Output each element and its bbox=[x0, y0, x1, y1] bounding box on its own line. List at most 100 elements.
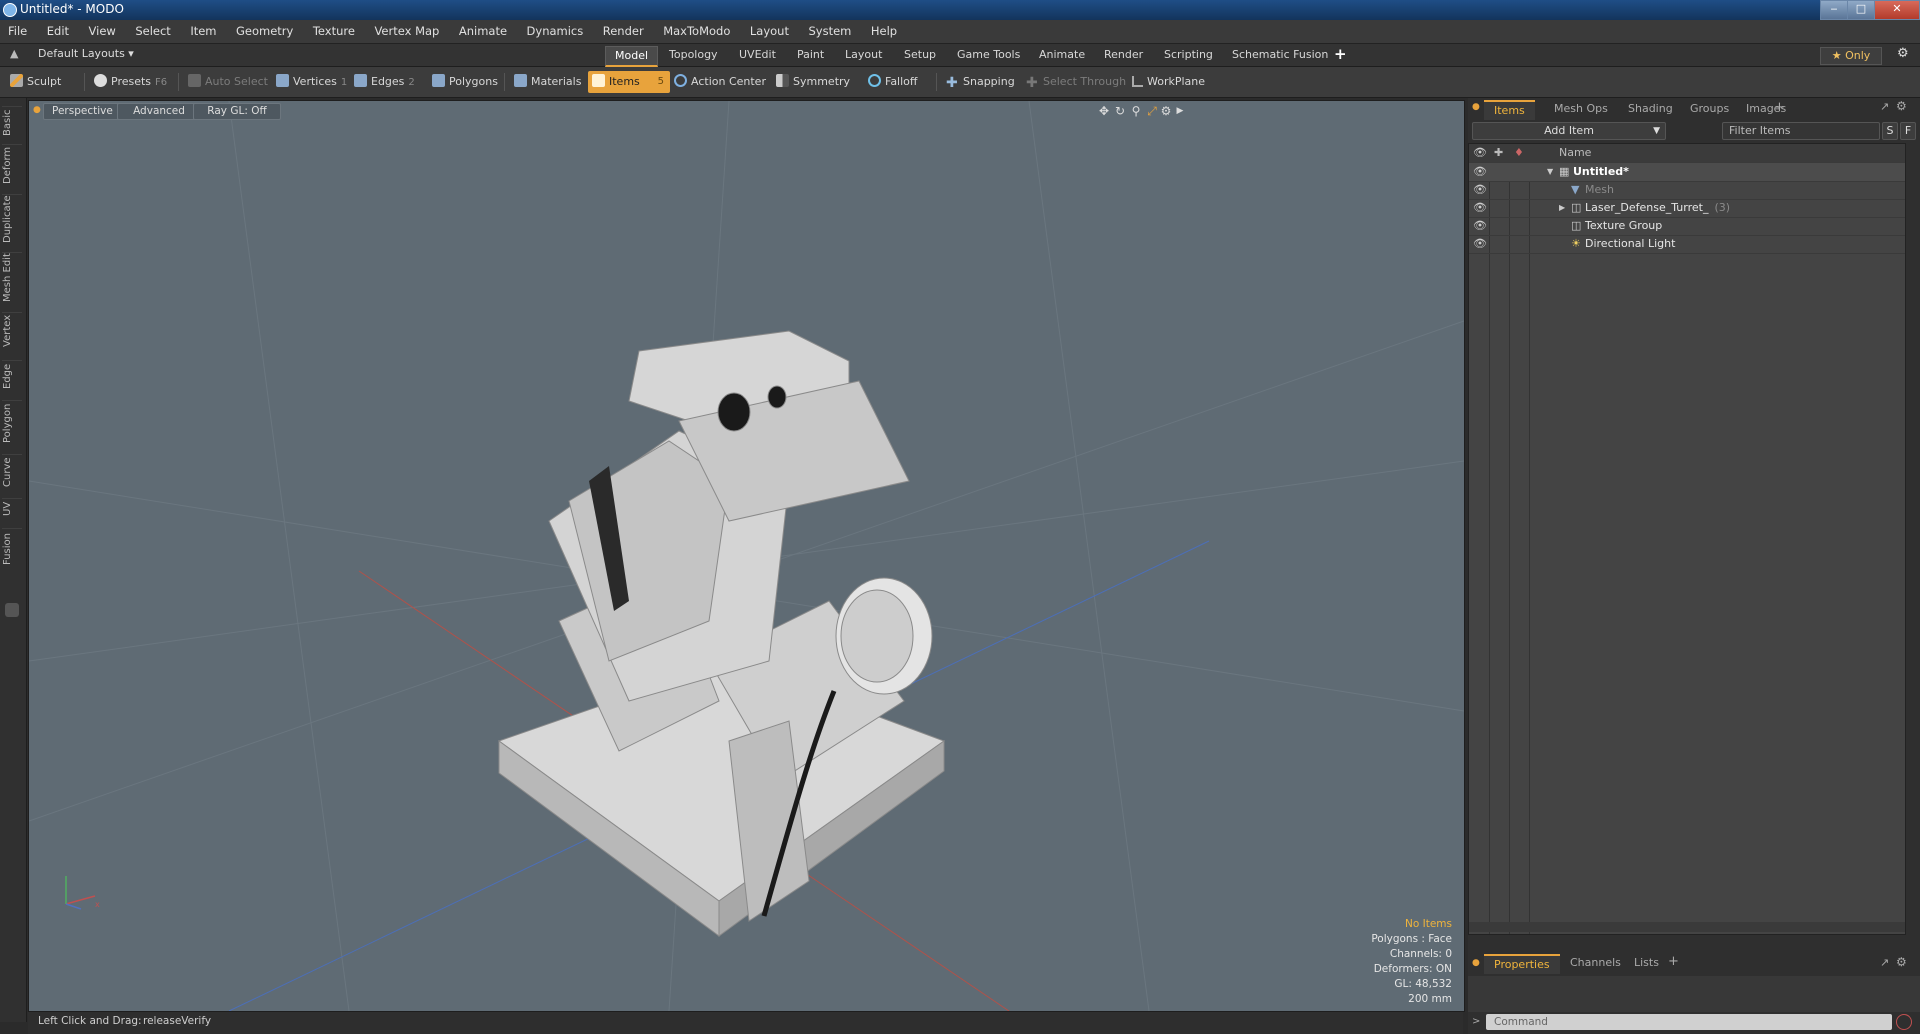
tab-model[interactable]: Model bbox=[605, 46, 659, 67]
visibility-eye-icon[interactable]: 👁 bbox=[1473, 184, 1487, 196]
minimize-button[interactable]: ‒ bbox=[1820, 0, 1848, 20]
item-list-scrollbar[interactable] bbox=[1469, 922, 1905, 932]
list-item[interactable]: 👁 ▶ ◫ Laser_Defense_Turret_ (3) bbox=[1469, 199, 1905, 218]
only-toggle[interactable]: ★ Only bbox=[1820, 47, 1882, 65]
menu-help[interactable]: Help bbox=[863, 20, 905, 43]
list-item[interactable]: 👁 ◫ Texture Group bbox=[1469, 217, 1905, 236]
filter-items-input[interactable]: Filter Items bbox=[1722, 122, 1880, 140]
name-column-header[interactable]: Name bbox=[1559, 144, 1591, 162]
tab-shading[interactable]: Shading bbox=[1618, 100, 1683, 118]
list-item[interactable]: 👁 ☀ Directional Light bbox=[1469, 235, 1905, 254]
tab-fusion[interactable]: Fusion bbox=[2, 528, 22, 569]
falloff-button[interactable]: Falloff bbox=[864, 71, 923, 93]
expand-arrow-icon[interactable]: ▶ bbox=[1559, 199, 1565, 217]
expand-arrow-icon[interactable]: ▼ bbox=[1547, 163, 1553, 181]
menu-view[interactable]: View bbox=[81, 20, 124, 43]
view-type-button[interactable]: Perspective bbox=[43, 103, 125, 120]
zoom-icon[interactable]: ⚲ bbox=[1129, 104, 1143, 118]
tab-render[interactable]: Render bbox=[1095, 46, 1152, 64]
select-through-button[interactable]: ✚ Select Through bbox=[1022, 71, 1132, 93]
command-input[interactable]: Command bbox=[1486, 1014, 1892, 1030]
visibility-eye-icon[interactable]: 👁 bbox=[1473, 238, 1487, 250]
menu-file[interactable]: File bbox=[0, 20, 35, 43]
rotate-icon[interactable]: ↻ bbox=[1113, 104, 1127, 118]
polygons-button[interactable]: Polygons bbox=[428, 71, 504, 93]
tab-animate[interactable]: Animate bbox=[1030, 46, 1094, 64]
tab-uv[interactable]: UV bbox=[2, 498, 22, 519]
properties-options-icon[interactable]: ● bbox=[1472, 958, 1480, 968]
tab-uvedit[interactable]: UVEdit bbox=[730, 46, 785, 64]
sculpt-button[interactable]: Sculpt bbox=[6, 71, 67, 93]
add-panel-tab-button[interactable]: + bbox=[1774, 100, 1785, 115]
items-button[interactable]: Items 5 bbox=[588, 71, 670, 93]
tab-items[interactable]: Items bbox=[1484, 100, 1535, 120]
shading-mode-button[interactable]: Advanced bbox=[117, 103, 201, 120]
tab-duplicate[interactable]: Duplicate bbox=[2, 194, 22, 243]
menu-maxtomodo[interactable]: MaxToModo bbox=[655, 20, 738, 43]
menu-select[interactable]: Select bbox=[127, 20, 178, 43]
item-list[interactable]: 👁 ✚ ♦ Name 👁 ▼ ▦ Untitled* 👁 ▼ Mesh 👁 ▶ … bbox=[1468, 143, 1906, 935]
viewport-settings-icon[interactable]: ⚙ bbox=[1159, 104, 1173, 118]
panel-options-icon[interactable]: ● bbox=[1472, 102, 1480, 112]
maximize-button[interactable]: □ bbox=[1847, 0, 1875, 20]
gear-icon[interactable]: ⚙ bbox=[1897, 46, 1909, 61]
visibility-eye-icon[interactable]: 👁 bbox=[1473, 202, 1487, 214]
raygl-toggle[interactable]: Ray GL: Off bbox=[193, 103, 281, 120]
action-center-button[interactable]: Action Center bbox=[670, 71, 772, 93]
list-item[interactable]: 👁 ▼ Mesh bbox=[1469, 181, 1905, 200]
add-properties-tab-button[interactable]: + bbox=[1668, 954, 1679, 969]
tab-layout[interactable]: Layout bbox=[836, 46, 891, 64]
menu-system[interactable]: System bbox=[800, 20, 859, 43]
menu-animate[interactable]: Animate bbox=[451, 20, 515, 43]
tab-channels[interactable]: Channels bbox=[1560, 954, 1631, 972]
vertices-button[interactable]: Vertices 1 bbox=[272, 71, 353, 93]
tab-game-tools[interactable]: Game Tools bbox=[948, 46, 1029, 64]
command-history-icon[interactable] bbox=[1896, 1014, 1912, 1030]
menu-geometry[interactable]: Geometry bbox=[228, 20, 301, 43]
menu-render[interactable]: Render bbox=[595, 20, 652, 43]
tab-groups[interactable]: Groups bbox=[1680, 100, 1739, 118]
snapping-button[interactable]: ✚ Snapping bbox=[942, 71, 1021, 93]
palette-toggle-button[interactable] bbox=[5, 603, 19, 617]
edges-button[interactable]: Edges 2 bbox=[350, 71, 421, 93]
properties-popout-icon[interactable]: ↗ bbox=[1880, 956, 1889, 969]
viewport-options-icon[interactable]: ● bbox=[33, 105, 41, 115]
auto-select-button[interactable]: Auto Select bbox=[184, 71, 274, 93]
materials-button[interactable]: Materials bbox=[510, 71, 587, 93]
menu-layout[interactable]: Layout bbox=[742, 20, 797, 43]
viewport-expand-icon[interactable]: ▶ bbox=[1173, 104, 1187, 118]
presets-button[interactable]: Presets F6 bbox=[90, 71, 173, 93]
visibility-eye-icon[interactable]: 👁 bbox=[1473, 166, 1487, 178]
pan-icon[interactable]: ✥ bbox=[1097, 104, 1111, 118]
layout-selector[interactable]: Default Layouts ▾ bbox=[38, 47, 134, 60]
symmetry-button[interactable]: Symmetry bbox=[772, 71, 856, 93]
tab-mesh-ops[interactable]: Mesh Ops bbox=[1544, 100, 1618, 118]
tab-images[interactable]: Images bbox=[1736, 100, 1796, 118]
layout-menu-icon[interactable]: ▲ bbox=[10, 47, 18, 60]
menu-dynamics[interactable]: Dynamics bbox=[519, 20, 592, 43]
tab-setup[interactable]: Setup bbox=[895, 46, 945, 64]
tab-mesh-edit[interactable]: Mesh Edit bbox=[2, 252, 22, 303]
tab-vertex[interactable]: Vertex bbox=[2, 312, 22, 349]
menu-texture[interactable]: Texture bbox=[305, 20, 363, 43]
tab-curve[interactable]: Curve bbox=[2, 454, 22, 489]
3d-viewport[interactable]: x ● Perspective Advanced Ray GL: Off ✥ ↻… bbox=[28, 100, 1465, 1012]
add-layout-tab-button[interactable]: + bbox=[1334, 45, 1347, 63]
tab-scripting[interactable]: Scripting bbox=[1155, 46, 1222, 64]
properties-gear-icon[interactable]: ⚙ bbox=[1896, 955, 1907, 969]
panel-popout-icon[interactable]: ↗ bbox=[1880, 100, 1889, 113]
menu-item[interactable]: Item bbox=[182, 20, 224, 43]
visibility-eye-icon[interactable]: 👁 bbox=[1473, 220, 1487, 232]
tab-schematic-fusion[interactable]: Schematic Fusion bbox=[1223, 46, 1337, 64]
fit-view-icon[interactable]: ⤢ bbox=[1145, 104, 1159, 118]
tab-basic[interactable]: Basic bbox=[2, 106, 22, 139]
filter-f-button[interactable]: F bbox=[1900, 122, 1916, 140]
close-button[interactable]: ✕ bbox=[1874, 0, 1920, 20]
tab-polygon[interactable]: Polygon bbox=[2, 400, 22, 445]
tab-topology[interactable]: Topology bbox=[660, 46, 727, 64]
workplane-button[interactable]: WorkPlane bbox=[1128, 71, 1211, 93]
tab-edge[interactable]: Edge bbox=[2, 360, 22, 391]
list-item[interactable]: 👁 ▼ ▦ Untitled* bbox=[1469, 163, 1905, 182]
tab-deform[interactable]: Deform bbox=[2, 144, 22, 185]
menu-edit[interactable]: Edit bbox=[39, 20, 77, 43]
